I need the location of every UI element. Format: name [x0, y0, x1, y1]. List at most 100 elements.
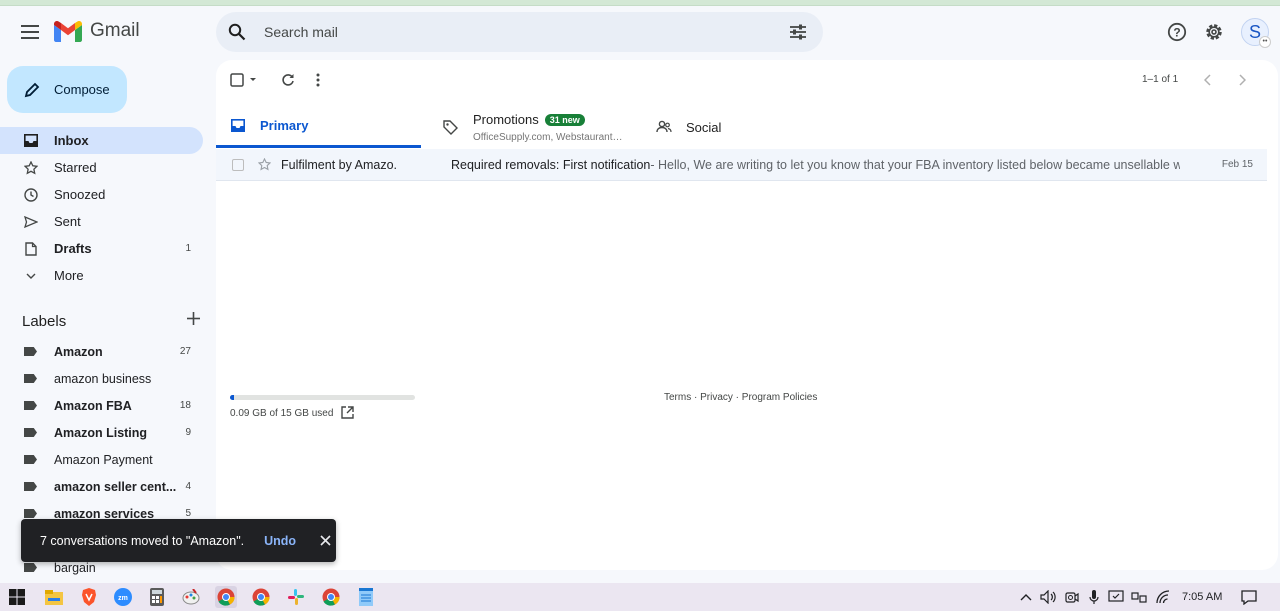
taskbar-clock[interactable]: 7:05 AM: [1182, 591, 1222, 603]
pagination-text: 1–1 of 1: [1142, 74, 1179, 85]
clock-icon: [23, 187, 39, 203]
camera-tray-icon[interactable]: [1064, 589, 1080, 605]
display-tray-icon[interactable]: [1108, 589, 1124, 605]
label-item-amazon-fba[interactable]: Amazon FBA 18: [0, 392, 203, 419]
label-tag-icon: [24, 563, 37, 572]
microphone-icon[interactable]: [1086, 589, 1102, 605]
close-icon[interactable]: [318, 534, 332, 548]
open-in-new-icon[interactable]: [341, 406, 355, 420]
chevron-down-icon: [23, 268, 39, 284]
mail-list-panel: 1–1 of 1 Primary Promotions 31 new Office…: [216, 60, 1278, 570]
send-icon: [23, 214, 39, 230]
tab-promotions[interactable]: Promotions 31 new OfficeSupply.com, Webst…: [442, 106, 623, 148]
search-bar[interactable]: Search mail: [216, 12, 823, 52]
label-item-amazon-listing[interactable]: Amazon Listing 9: [0, 419, 203, 446]
chrome-profile-icon[interactable]: [250, 586, 272, 608]
app-name: Gmail: [90, 20, 140, 41]
settings-gear-icon[interactable]: [1203, 21, 1225, 43]
label-item-amazon-business[interactable]: amazon business: [0, 365, 203, 392]
sidebar-item-sent[interactable]: Sent: [0, 208, 203, 235]
windows-start-icon[interactable]: [6, 586, 28, 608]
slack-icon[interactable]: [285, 586, 307, 608]
label-item-amazon-seller-central[interactable]: amazon seller cent... 4: [0, 473, 203, 500]
sidebar-item-label: Snoozed: [54, 187, 106, 202]
email-checkbox[interactable]: [232, 158, 244, 171]
file-explorer-icon[interactable]: [43, 586, 65, 608]
sidebar-item-more[interactable]: More: [0, 262, 203, 289]
brave-browser-icon[interactable]: [78, 586, 100, 608]
refresh-icon[interactable]: [281, 70, 295, 90]
star-icon[interactable]: [257, 158, 271, 172]
chrome-icon[interactable]: [215, 586, 237, 608]
gmail-m-icon: [54, 20, 82, 42]
sidebar-item-label: More: [54, 268, 84, 283]
gmail-logo[interactable]: Gmail: [54, 20, 140, 42]
older-page-icon[interactable]: [1238, 70, 1246, 90]
tab-social[interactable]: Social: [656, 106, 721, 148]
label-count: 5: [185, 508, 191, 519]
label-count: 18: [179, 400, 191, 411]
tab-primary[interactable]: Primary: [216, 106, 421, 148]
label-item-amazon-payment[interactable]: Amazon Payment: [0, 446, 203, 473]
label-count: 4: [185, 481, 191, 492]
search-icon[interactable]: [226, 21, 248, 43]
sidebar-item-label: Sent: [54, 214, 81, 229]
compose-button[interactable]: Compose: [7, 66, 127, 113]
zoom-icon[interactable]: zm: [112, 586, 134, 608]
promotions-senders: OfficeSupply.com, Webstaurant…: [473, 132, 623, 143]
email-row[interactable]: Fulfilment by Amazo. Required removals: …: [216, 149, 1267, 181]
tag-icon: [442, 119, 458, 135]
windows-taskbar: zm 7:05 AM: [0, 583, 1280, 611]
main-menu-button[interactable]: [18, 20, 42, 44]
help-icon[interactable]: ?: [1166, 21, 1188, 43]
label-count: 9: [185, 427, 191, 438]
notepad-icon[interactable]: [355, 586, 377, 608]
volume-icon[interactable]: [1040, 589, 1056, 605]
label-tag-icon: [24, 374, 37, 383]
category-tabs: Primary Promotions 31 new OfficeSupply.co…: [216, 106, 1278, 148]
sidebar-item-count: 1: [185, 243, 191, 254]
network-tray-icon[interactable]: [1131, 589, 1147, 605]
select-all-checkbox[interactable]: [230, 70, 260, 90]
people-icon: [656, 119, 672, 135]
chrome-profile-2-icon[interactable]: [320, 586, 342, 608]
sidebar-item-label: Starred: [54, 160, 97, 175]
undo-button[interactable]: Undo: [264, 534, 296, 548]
wifi-icon[interactable]: [1155, 589, 1171, 605]
inbox-icon: [23, 133, 39, 149]
footer-links[interactable]: Terms · Privacy · Program Policies: [664, 392, 817, 403]
svg-text:zm: zm: [118, 595, 128, 602]
storage-meter: [230, 395, 415, 400]
sidebar-nav: Inbox Starred Snoozed Sent Drafts 1 More: [0, 127, 203, 289]
add-label-icon[interactable]: [187, 312, 200, 330]
account-status-icon: ••: [1259, 36, 1271, 48]
tray-chevron-up-icon[interactable]: [1018, 589, 1034, 605]
notifications-icon[interactable]: [1241, 589, 1257, 605]
more-options-icon[interactable]: [316, 70, 320, 90]
email-subject: Required removals: First notification: [451, 157, 651, 172]
search-options-icon[interactable]: [787, 21, 809, 43]
label-tag-icon: [24, 401, 37, 410]
label-name: Amazon FBA: [54, 398, 132, 413]
draft-icon: [23, 241, 39, 257]
label-count: 27: [179, 346, 191, 357]
sidebar-item-drafts[interactable]: Drafts 1: [0, 235, 203, 262]
label-name: Amazon: [54, 344, 103, 359]
email-snippet: - Hello, We are writing to let you know …: [650, 157, 1181, 172]
paint-app-icon[interactable]: [180, 586, 202, 608]
label-name: amazon business: [54, 371, 152, 386]
search-input[interactable]: Search mail: [264, 24, 787, 40]
sidebar-item-starred[interactable]: Starred: [0, 154, 203, 181]
sidebar-item-inbox[interactable]: Inbox: [0, 127, 203, 154]
calculator-icon[interactable]: [146, 586, 168, 608]
newer-page-icon[interactable]: [1204, 70, 1212, 90]
label-name: amazon seller cent...: [54, 479, 177, 494]
email-date: Feb 15: [1221, 159, 1253, 170]
label-tag-icon: [24, 428, 37, 437]
label-item-amazon[interactable]: Amazon 27: [0, 338, 203, 365]
storage-usage-text: 0.09 GB of 15 GB used: [230, 408, 334, 419]
sidebar-item-snoozed[interactable]: Snoozed: [0, 181, 203, 208]
label-name: Amazon Payment: [54, 452, 153, 467]
pencil-icon: [23, 81, 41, 99]
snackbar-message: 7 conversations moved to "Amazon".: [40, 533, 245, 548]
